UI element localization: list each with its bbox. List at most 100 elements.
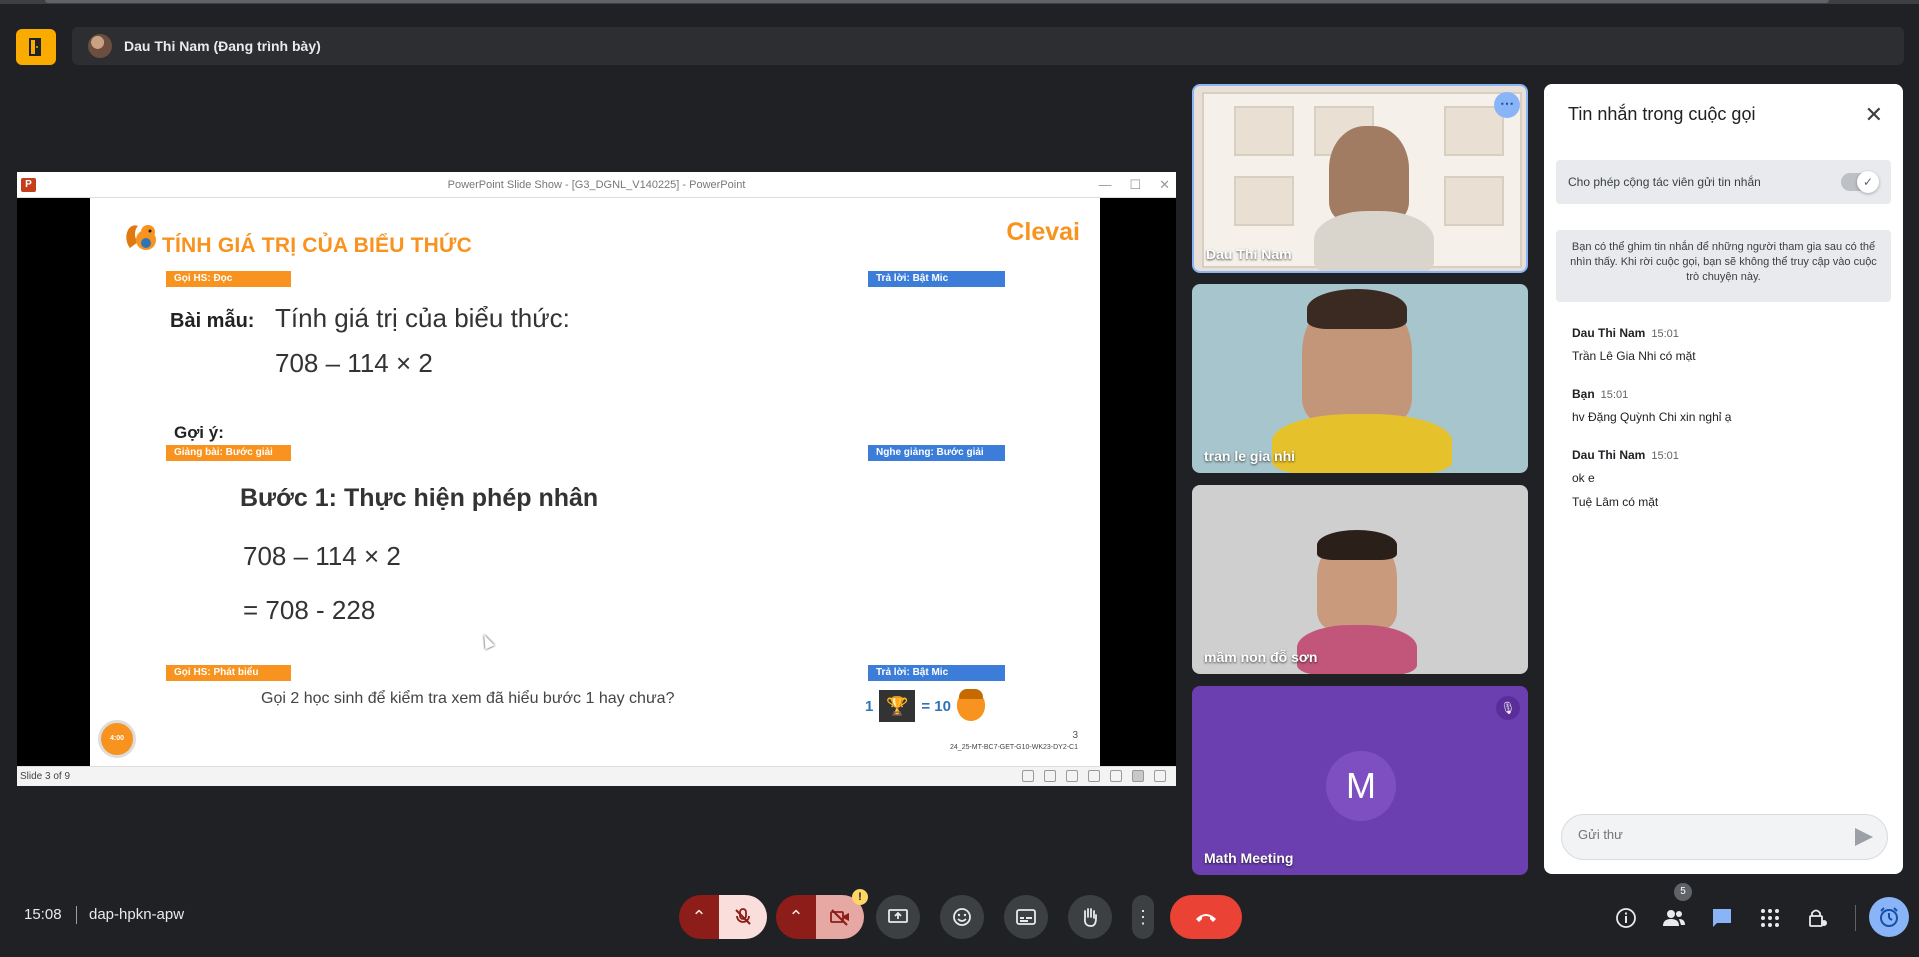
people-button[interactable] (1656, 900, 1692, 936)
message-time: 15:01 (1651, 328, 1679, 340)
sorter-view-icon[interactable] (1110, 770, 1122, 782)
chat-button[interactable] (1704, 900, 1740, 936)
mic-toggle-button[interactable] (719, 895, 767, 939)
host-controls-button[interactable] (1800, 900, 1836, 936)
slide: TÍNH GIÁ TRỊ CỦA BIỂU THỨC Clevai Gọi HS… (90, 198, 1100, 766)
allow-messages-label: Cho phép cộng tác viên gửi tin nhắn (1568, 175, 1761, 189)
meet-app: Dau Thi Nam (Đang trình bày) P PowerPoin… (0, 0, 1919, 957)
chevron-up-icon: ⌃ (788, 906, 804, 927)
timer-icon (1880, 907, 1898, 927)
trophy-icon: 🏆 (879, 690, 916, 722)
activities-button[interactable] (1752, 900, 1788, 936)
mic-off-icon: 🎙 (1496, 696, 1520, 720)
score-count: 1 (865, 697, 874, 715)
message-text: hv Đặng Quỳnh Chi xin nghỉ ạ (1572, 410, 1732, 424)
message-input[interactable] (1578, 827, 1838, 842)
presenter-name: Dau Thi Nam (Đang trình bày) (124, 38, 321, 54)
reading-view-icon[interactable] (1132, 770, 1144, 782)
info-icon (1616, 908, 1636, 928)
maximize-icon[interactable]: ☐ (1129, 177, 1141, 193)
people-count-badge: 5 (1674, 883, 1692, 901)
timer-button[interactable] (1869, 897, 1909, 937)
close-icon[interactable]: ✕ (1865, 102, 1883, 128)
participant-tile[interactable]: tran le gia nhi (1192, 284, 1528, 473)
prev-slide-icon[interactable] (1022, 770, 1034, 782)
participant-tile[interactable]: ⋯ Dau Thi Nam (1192, 84, 1528, 273)
tag-listen-step: Nghe giảng: Bước giải (868, 445, 1005, 461)
door-exit-icon[interactable] (16, 29, 56, 65)
message-time: 15:01 (1600, 389, 1629, 401)
minimize-icon[interactable]: — (1098, 177, 1111, 193)
message-sender: Dau Thi Nam (1572, 448, 1646, 462)
leave-call-button[interactable] (1170, 895, 1242, 939)
sample-task: Tính giá trị của biểu thức: (275, 303, 570, 333)
participant-name: mầm non đỗ sơn (1204, 649, 1318, 665)
ppt-statusbar: Slide 3 of 9 (17, 766, 1176, 786)
message-sender: Bạn (1572, 387, 1595, 401)
tag-answer-mic-2: Trả lời: Bật Mic (868, 665, 1005, 681)
message-sender: Dau Thi Nam (1572, 326, 1646, 340)
more-options-icon[interactable]: ⋯ (1494, 92, 1520, 118)
raise-hand-button[interactable] (1068, 895, 1112, 939)
slideshow-view-icon[interactable] (1154, 770, 1166, 782)
more-options-button[interactable]: ⋮ (1132, 895, 1154, 939)
tag-student-read: Gọi HS: Đọc (166, 271, 291, 287)
emoji-icon (953, 908, 971, 926)
close-icon[interactable]: ✕ (1159, 177, 1170, 193)
chat-message-header: Dau Thi Nam 15:01 (1572, 448, 1679, 462)
next-slide-icon[interactable] (1066, 770, 1078, 782)
chat-input-box (1561, 814, 1888, 860)
captions-button[interactable] (1004, 895, 1048, 939)
top-strip (0, 0, 1919, 4)
slide-title: TÍNH GIÁ TRỊ CỦA BIỂU THỨC (162, 234, 472, 257)
message-text: Tuệ Lâm có mặt (1572, 495, 1659, 509)
camera-options-button[interactable]: ⌃ (776, 895, 816, 939)
tag-teach-step: Giảng bài: Bước giải (166, 445, 291, 461)
present-screen-icon (888, 909, 908, 923)
mic-off-icon (735, 908, 751, 925)
present-button[interactable] (876, 895, 920, 939)
message-time: 15:01 (1651, 450, 1679, 462)
emoji-button[interactable] (940, 895, 984, 939)
check-icon: ✓ (1857, 171, 1879, 193)
slide-counter: Slide 3 of 9 (20, 771, 71, 782)
message-text: Trần Lê Gia Nhi có mặt (1572, 349, 1696, 363)
mic-options-button[interactable]: ⌃ (679, 895, 719, 939)
sample-label: Bài mẫu: (170, 310, 255, 332)
people-icon (1663, 910, 1685, 926)
ppt-window-title: PowerPoint Slide Show - [G3_DGNL_V140225… (447, 179, 746, 191)
camera-toggle-button[interactable]: ! (816, 889, 868, 939)
chat-title: Tin nhắn trong cuộc gọi (1568, 104, 1756, 124)
ppt-titlebar: P PowerPoint Slide Show - [G3_DGNL_V1402… (17, 172, 1176, 198)
warning-icon: ! (852, 889, 868, 905)
allow-messages-toggle[interactable]: ✓ (1841, 171, 1879, 193)
presenter-bar: Dau Thi Nam (Đang trình bày) (72, 27, 1904, 65)
participant-tile[interactable]: 🎙 M Math Meeting (1192, 686, 1528, 875)
slide-menu-icon[interactable] (1044, 770, 1056, 782)
chat-message-header: Bạn 15:01 (1572, 387, 1628, 401)
presenter-avatar (88, 34, 112, 58)
tag-student-speak: Gọi HS: Phát biểu (166, 665, 291, 681)
host-controls-icon (1809, 909, 1827, 927)
score-value: = 10 (921, 697, 951, 715)
clock: 15:08 (24, 906, 62, 923)
shared-screen: P PowerPoint Slide Show - [G3_DGNL_V1402… (17, 172, 1176, 786)
squirrel-mascot-icon (126, 225, 156, 250)
chat-message-header: Dau Thi Nam 15:01 (1572, 326, 1679, 340)
meeting-code: dap-hpkn-apw (89, 906, 185, 923)
message-text: ok e (1572, 471, 1595, 485)
avatar: M (1326, 751, 1396, 821)
divider (1855, 905, 1856, 931)
score-row: 1 🏆 = 10 (865, 689, 985, 722)
sample-expression: 708 – 114 × 2 (275, 348, 433, 378)
info-button[interactable] (1608, 900, 1644, 936)
participant-tile[interactable]: mầm non đỗ sơn (1192, 485, 1528, 674)
step-expression-1: 708 – 114 × 2 (243, 541, 401, 571)
participant-name: tran le gia nhi (1204, 448, 1296, 464)
chat-note: Bạn có thể ghim tin nhắn để những người … (1556, 230, 1891, 302)
raise-hand-icon (1083, 908, 1097, 927)
captions-icon (1016, 909, 1036, 925)
participant-name: Dau Thi Nam (1206, 246, 1292, 262)
send-icon[interactable] (1855, 828, 1873, 846)
normal-view-icon[interactable] (1088, 770, 1100, 782)
